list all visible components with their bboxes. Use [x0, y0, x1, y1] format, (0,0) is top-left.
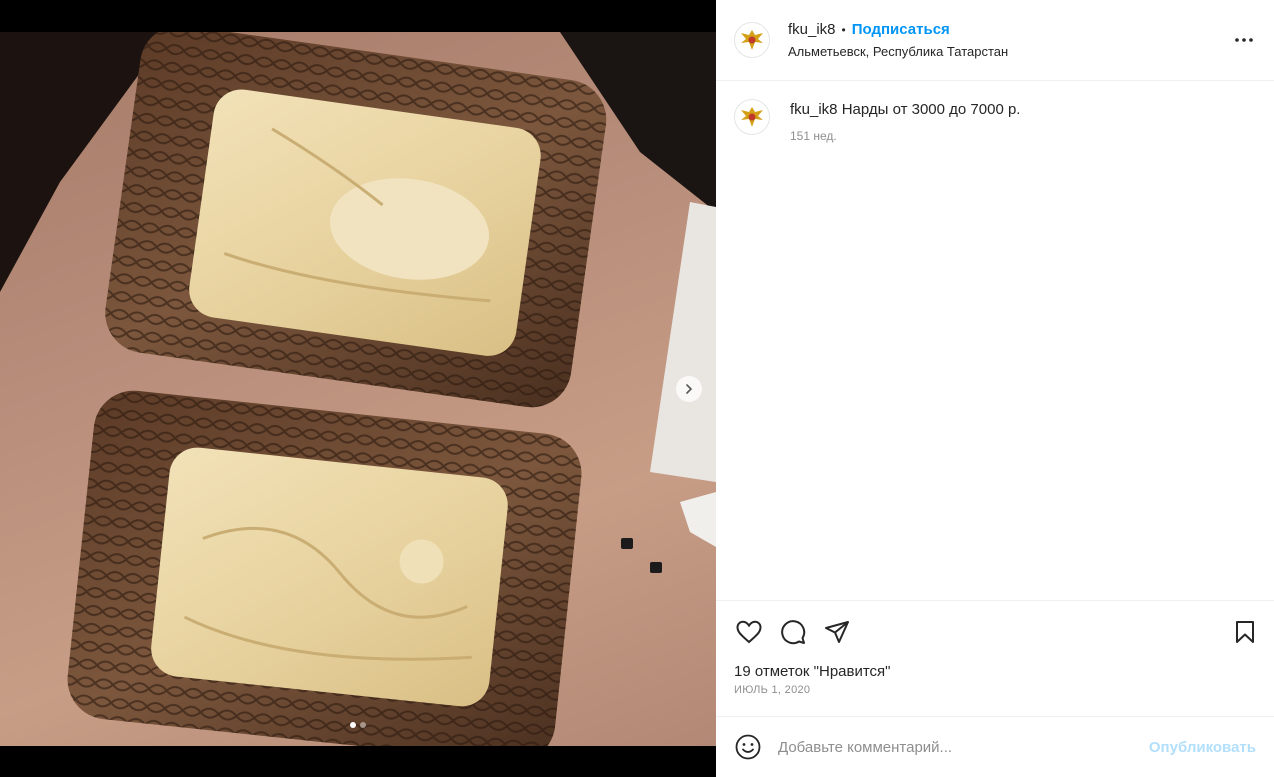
post-location[interactable]: Альметьевск, Республика Татарстан — [788, 44, 1008, 59]
post-actions — [716, 601, 1274, 663]
comments-section: fku_ik8 Нарды от 3000 до 7000 р. 151 нед… — [716, 81, 1274, 601]
more-options-button[interactable] — [1232, 28, 1256, 52]
heart-icon — [736, 620, 762, 644]
post-modal: fku_ik8 • Подписаться Альметьевск, Респу… — [0, 0, 1274, 777]
post-date: ИЮЛЬ 1, 2020 — [734, 684, 811, 696]
comment-button[interactable] — [778, 617, 808, 647]
post-sidebar: fku_ik8 • Подписаться Альметьевск, Респу… — [716, 0, 1274, 777]
emoji-icon — [735, 734, 761, 760]
caption-time[interactable]: 151 нед. — [790, 129, 1020, 143]
likes-count[interactable]: 19 отметок "Нравится" — [716, 663, 1274, 680]
carousel-dot — [360, 722, 366, 728]
publish-button[interactable]: Опубликовать — [1149, 739, 1256, 756]
comment-icon — [781, 620, 806, 645]
like-button[interactable] — [734, 617, 764, 647]
eagle-emblem-icon — [741, 30, 763, 50]
send-icon — [825, 621, 849, 643]
add-comment-bar: Опубликовать — [716, 717, 1274, 777]
share-button[interactable] — [822, 617, 852, 647]
caption-avatar[interactable] — [734, 99, 770, 135]
header-separator: • — [841, 22, 846, 37]
backgammon-boards-image — [0, 32, 716, 746]
save-button[interactable] — [1230, 617, 1260, 647]
avatar[interactable] — [734, 22, 770, 58]
follow-button[interactable]: Подписаться — [852, 21, 950, 38]
post-header: fku_ik8 • Подписаться Альметьевск, Респу… — [716, 0, 1274, 81]
next-slide-button[interactable] — [676, 376, 702, 402]
caption-text: Нарды от 3000 до 7000 р. — [841, 101, 1021, 118]
header-username[interactable]: fku_ik8 — [788, 21, 836, 38]
carousel-dot — [350, 722, 356, 728]
bookmark-icon — [1236, 621, 1254, 643]
chevron-right-icon — [686, 384, 693, 394]
emoji-button[interactable] — [734, 733, 762, 761]
more-horizontal-icon — [1235, 38, 1253, 42]
post-photo[interactable] — [0, 32, 716, 746]
post-caption: fku_ik8 Нарды от 3000 до 7000 р. 151 нед… — [734, 99, 1256, 143]
caption-username[interactable]: fku_ik8 — [790, 101, 838, 118]
post-media — [0, 0, 716, 777]
comment-input[interactable] — [778, 738, 1149, 756]
eagle-emblem-icon — [741, 107, 763, 127]
carousel-indicator — [0, 722, 716, 728]
